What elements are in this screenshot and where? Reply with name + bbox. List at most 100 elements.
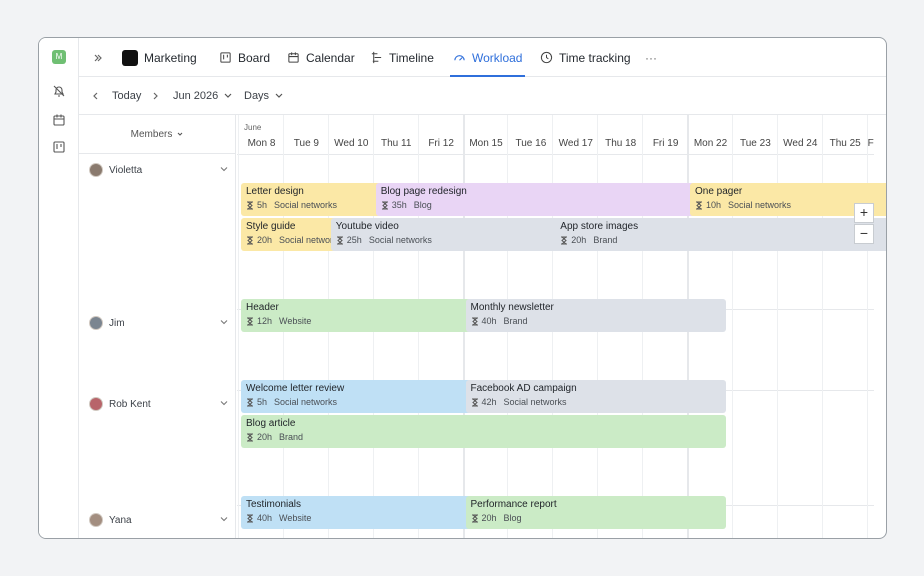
gauge-icon (454, 55, 465, 61)
task-tag: Brand (279, 432, 304, 442)
task-title: Youtube video (335, 221, 399, 232)
tab-timeline[interactable]: Timeline (370, 38, 434, 77)
task-bar[interactable]: App store images 20h Brand (555, 218, 886, 251)
hourglass-icon (246, 514, 254, 523)
next-period-icon[interactable] (151, 77, 159, 115)
workload-controls: Today Jun 2026 Days (79, 77, 886, 115)
task-bar[interactable]: Testimonials 40h Website (241, 496, 502, 529)
tab-calendar-label: Calendar (306, 50, 355, 65)
task-tag: Social networks (274, 397, 338, 407)
task-hours: 25h (346, 235, 362, 245)
prev-period-icon[interactable] (92, 77, 100, 115)
timeline-icon (371, 51, 382, 64)
more-tabs-button[interactable]: ··· (645, 38, 657, 77)
calendar-icon[interactable] (52, 113, 66, 127)
members-column: Members Violetta Jim Rob Kent Yana (79, 115, 236, 538)
left-rail: M (39, 38, 79, 538)
task-bar[interactable]: Monthly newsletter 40h Brand (465, 299, 727, 332)
workspace-avatar[interactable]: M (52, 50, 66, 64)
task-meta: 12h Website (246, 316, 497, 326)
task-tag: Social networks (503, 397, 567, 407)
day-header: Tue 9 (293, 138, 319, 149)
task-tag: Social networks (274, 200, 338, 210)
project-logo-icon (122, 49, 138, 66)
day-header: Thu 11 (380, 138, 412, 149)
member-rob-kent[interactable]: Rob Kent (89, 395, 229, 413)
task-bar[interactable]: Header 12h Website (241, 299, 502, 332)
day-header: Tue 23 (740, 138, 771, 149)
task-tag: Brand (503, 316, 528, 326)
hourglass-icon (560, 236, 568, 245)
member-jim[interactable]: Jim (89, 314, 229, 332)
task-bar[interactable]: Blog article 20h Brand (241, 415, 727, 448)
member-violetta[interactable]: Violetta (89, 161, 229, 179)
day-header: Thu 18 (605, 138, 637, 149)
task-meta: 42h Social networks (471, 397, 722, 407)
tab-calendar[interactable]: Calendar (287, 38, 355, 77)
task-hours: 12h (257, 316, 273, 326)
chevron-down-icon (220, 320, 228, 325)
task-bar[interactable]: Welcome letter review 5h Social networks (241, 380, 502, 413)
today-button[interactable]: Today (112, 77, 141, 115)
task-hours: 20h (481, 513, 497, 523)
expand-sidebar-icon[interactable] (93, 38, 103, 77)
zoom-out-button[interactable]: − (854, 224, 874, 244)
task-hours: 35h (391, 200, 407, 210)
avatar (89, 513, 103, 527)
scale-selector[interactable]: Days (244, 77, 285, 115)
chevron-down-icon (220, 167, 228, 172)
tab-workload-label: Workload (472, 50, 523, 65)
project-name: Marketing (144, 50, 197, 65)
task-bar[interactable]: Facebook AD campaign 42h Social networks (465, 380, 727, 413)
avatar (89, 163, 103, 177)
task-tag: Social networks (728, 200, 792, 210)
day-header: Tue 16 (515, 138, 547, 149)
hourglass-icon (695, 201, 703, 210)
day-header: Wed 17 (558, 138, 593, 149)
task-title: Monthly newsletter (470, 302, 554, 313)
task-bar[interactable]: Blog page redesign 35h Blog (375, 183, 727, 216)
task-tag: Blog (503, 513, 522, 523)
task-meta: 25h Social networks (336, 235, 587, 245)
member-name: Rob Kent (109, 398, 151, 410)
task-meta: 5h Social networks (246, 397, 497, 407)
tab-timeline-label: Timeline (389, 50, 434, 65)
chevron-down-icon (220, 517, 228, 522)
notifications-off-icon[interactable] (52, 84, 66, 98)
tab-workload[interactable]: Workload (449, 38, 526, 77)
task-hours: 42h (481, 397, 497, 407)
board-icon[interactable] (52, 140, 66, 154)
board-icon (220, 52, 231, 63)
hourglass-icon (246, 317, 254, 326)
task-title: Welcome letter review (246, 383, 345, 394)
day-header: Mon 22 (693, 138, 728, 149)
task-bar[interactable]: Youtube video 25h Social networks (330, 218, 592, 251)
member-yana[interactable]: Yana (89, 511, 229, 529)
tab-board[interactable]: Board (219, 38, 270, 77)
chevron-down-icon (224, 93, 232, 98)
day-header: Wed 24 (783, 138, 818, 149)
task-title: Blog article (246, 418, 296, 429)
hourglass-icon (246, 398, 254, 407)
task-hours: 5h (257, 397, 268, 407)
day-header: F (867, 138, 874, 149)
task-hours: 5h (257, 200, 268, 210)
day-header: Fri 19 (652, 138, 679, 149)
project-title[interactable]: Marketing (122, 38, 197, 77)
hourglass-icon (246, 433, 254, 442)
task-hours: 20h (257, 235, 273, 245)
tab-time-tracking[interactable]: Time tracking (540, 38, 631, 77)
tab-board-label: Board (238, 50, 271, 65)
scale-selector-label: Days (244, 90, 270, 102)
task-tag: Website (279, 316, 312, 326)
members-header[interactable]: Members (79, 115, 236, 154)
day-header: Mon 8 (247, 138, 276, 149)
task-hours: 20h (571, 235, 587, 245)
month-selector[interactable]: Jun 2026 (173, 77, 234, 115)
workload-grid: Members Violetta Jim Rob Kent Yana June … (79, 115, 886, 538)
hourglass-icon (471, 398, 479, 407)
task-title: Blog page redesign (380, 186, 467, 197)
day-divider (776, 115, 778, 538)
task-bar[interactable]: Performance report 20h Blog (465, 496, 727, 529)
zoom-in-button[interactable]: + (854, 203, 874, 223)
